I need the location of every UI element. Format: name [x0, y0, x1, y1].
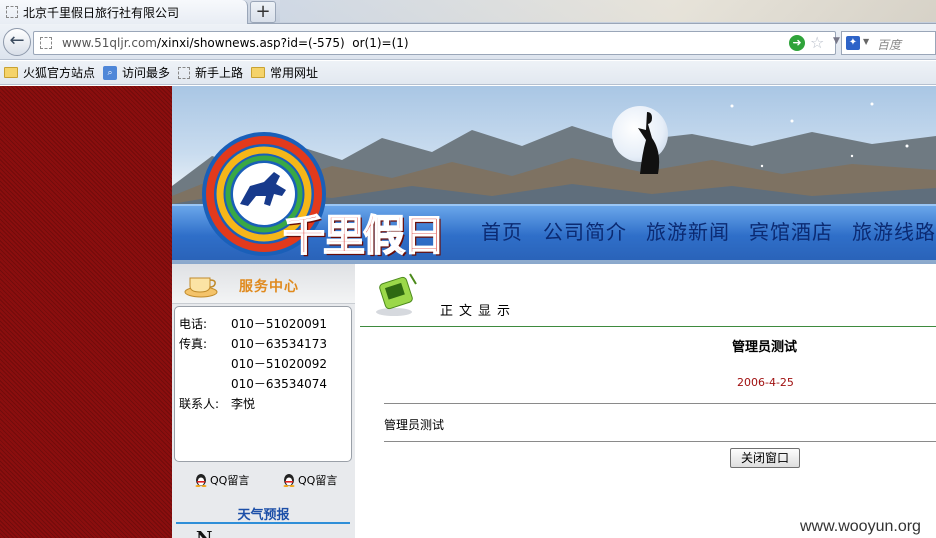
left-background-pattern: [0, 86, 172, 538]
bookmark-item-firefox[interactable]: 火狐官方站点: [4, 64, 95, 81]
qq-message-label: QQ留言: [298, 474, 338, 487]
contact-label: 联系人:: [179, 397, 220, 411]
article-title: 管理员测试: [732, 340, 798, 355]
folder-icon: [4, 67, 18, 78]
contact-value: 010－51020092: [231, 357, 327, 371]
dancer-silhouette: [638, 112, 660, 174]
qq-message-label: QQ留言: [210, 474, 250, 487]
article-date: 2006-4-25: [737, 376, 794, 389]
folder-icon: [251, 67, 266, 78]
article-divider-top: [384, 403, 936, 404]
search-engine-dropdown-icon[interactable]: ▼: [863, 37, 869, 46]
nav-company-profile[interactable]: 公司简介: [543, 216, 627, 245]
bookmark-label: 新手上路: [195, 66, 244, 80]
address-bar[interactable]: www.51qljr.com/xinxi/shownews.asp?id=(-5…: [33, 31, 862, 55]
nav-travel-routes[interactable]: 旅游线路: [852, 216, 936, 245]
go-icon[interactable]: ➜: [789, 35, 805, 51]
search-icon: ⌕: [103, 65, 118, 80]
back-arrow-icon: ←: [9, 30, 25, 51]
web-page: 首页 公司简介 旅游新闻 宾馆酒店 旅游线路 千里假日 服务中心 电话: 010－…: [0, 86, 936, 538]
weather-widget-icon: N: [196, 528, 212, 538]
baidu-paw-icon[interactable]: ✦: [846, 36, 860, 50]
service-center-header: 服务中心: [172, 264, 355, 304]
bookmarks-toolbar: 火狐官方站点 ⌕ 访问最多 新手上路 常用网址: [0, 61, 936, 85]
logo-text: 千里假日: [282, 210, 446, 261]
watermark-text: www.wooyun.org: [800, 518, 921, 535]
contact-label: 电话:: [179, 317, 208, 331]
article-body: 管理员测试: [384, 418, 445, 432]
contact-row-person: 联系人: 李悦: [179, 395, 255, 412]
bookmark-item-most-visited[interactable]: ⌕ 访问最多: [103, 64, 170, 81]
article-divider-bottom: [384, 441, 936, 442]
qq-message-link-1[interactable]: QQ留言: [194, 472, 249, 488]
search-input[interactable]: 百度: [877, 36, 901, 53]
contact-value: 010－63534074: [231, 377, 327, 391]
tab-title: 北京千里假日旅行社有限公司: [23, 5, 180, 20]
nav-travel-news[interactable]: 旅游新闻: [646, 216, 730, 245]
weather-title: 天气预报: [237, 508, 290, 523]
weather-divider: [176, 522, 350, 524]
site-banner: 首页 公司简介 旅游新闻 宾馆酒店 旅游线路 千里假日: [172, 86, 936, 264]
bookmark-label: 火狐官方站点: [23, 66, 96, 80]
service-center-panel: 服务中心 电话: 010－51020091 传真: 010－63534173 010…: [172, 264, 355, 538]
contact-row-phone-3: 010－63534074: [179, 375, 327, 392]
browser-tab[interactable]: 北京千里假日旅行社有限公司: [0, 0, 248, 25]
contact-label: 传真:: [179, 337, 208, 351]
service-center-title: 服务中心: [239, 279, 299, 295]
bookmark-label: 常用网址: [270, 66, 319, 80]
navigation-toolbar: ← www.51qljr.com/xinxi/shownews.asp?id=(…: [0, 24, 936, 60]
qq-message-link-2[interactable]: QQ留言: [282, 472, 337, 488]
contact-row-phone-2: 010－51020092: [179, 355, 327, 372]
url-path: /xinxi/shownews.asp?id=(-575) or(1)=(1): [157, 36, 409, 50]
qq-penguin-icon: [195, 474, 207, 487]
close-window-button[interactable]: 关闭窗口: [730, 448, 800, 468]
bookmark-label: 访问最多: [122, 66, 171, 80]
nav-hotels[interactable]: 宾馆酒店: [749, 216, 833, 245]
tab-bar-background: [280, 0, 936, 22]
new-tab-button[interactable]: +: [250, 1, 276, 23]
article-panel: 正文显示 管理员测试 2006-4-25 管理员测试 关闭窗口: [360, 264, 936, 538]
blank-page-icon: [178, 66, 191, 79]
contact-value: 李悦: [231, 397, 256, 411]
section-divider: [360, 326, 936, 327]
nav-home[interactable]: 首页: [481, 216, 523, 245]
page-favicon-icon: [6, 6, 18, 18]
site-identity-icon[interactable]: [40, 37, 52, 49]
contact-value: 010－51020091: [231, 317, 327, 331]
coffee-cup-icon: [184, 277, 218, 298]
bookmark-item-getting-started[interactable]: 新手上路: [178, 64, 243, 81]
bookmark-star-icon[interactable]: ☆: [810, 33, 824, 52]
qq-penguin-icon: [283, 474, 295, 487]
contact-row-phone: 电话: 010－51020091: [179, 315, 327, 332]
contact-box: 电话: 010－51020091 传真: 010－63534173 010－5102…: [174, 306, 352, 462]
section-title: 正文显示: [440, 304, 517, 319]
back-button[interactable]: ←: [3, 28, 31, 56]
url-text: www.51qljr.com/xinxi/shownews.asp?id=(-5…: [62, 36, 409, 50]
search-box[interactable]: ✦ ▼ 百度: [841, 31, 936, 55]
bookmark-item-common-sites[interactable]: 常用网址: [251, 64, 318, 81]
url-domain: www.51qljr.com: [62, 36, 157, 50]
contact-value: 010－63534173: [231, 337, 327, 351]
history-dropdown-icon[interactable]: ▼: [833, 36, 840, 46]
tab-bar: 北京千里假日旅行社有限公司 +: [0, 0, 936, 25]
pda-device-icon: [376, 273, 417, 316]
contact-row-fax: 传真: 010－63534173: [179, 335, 327, 352]
